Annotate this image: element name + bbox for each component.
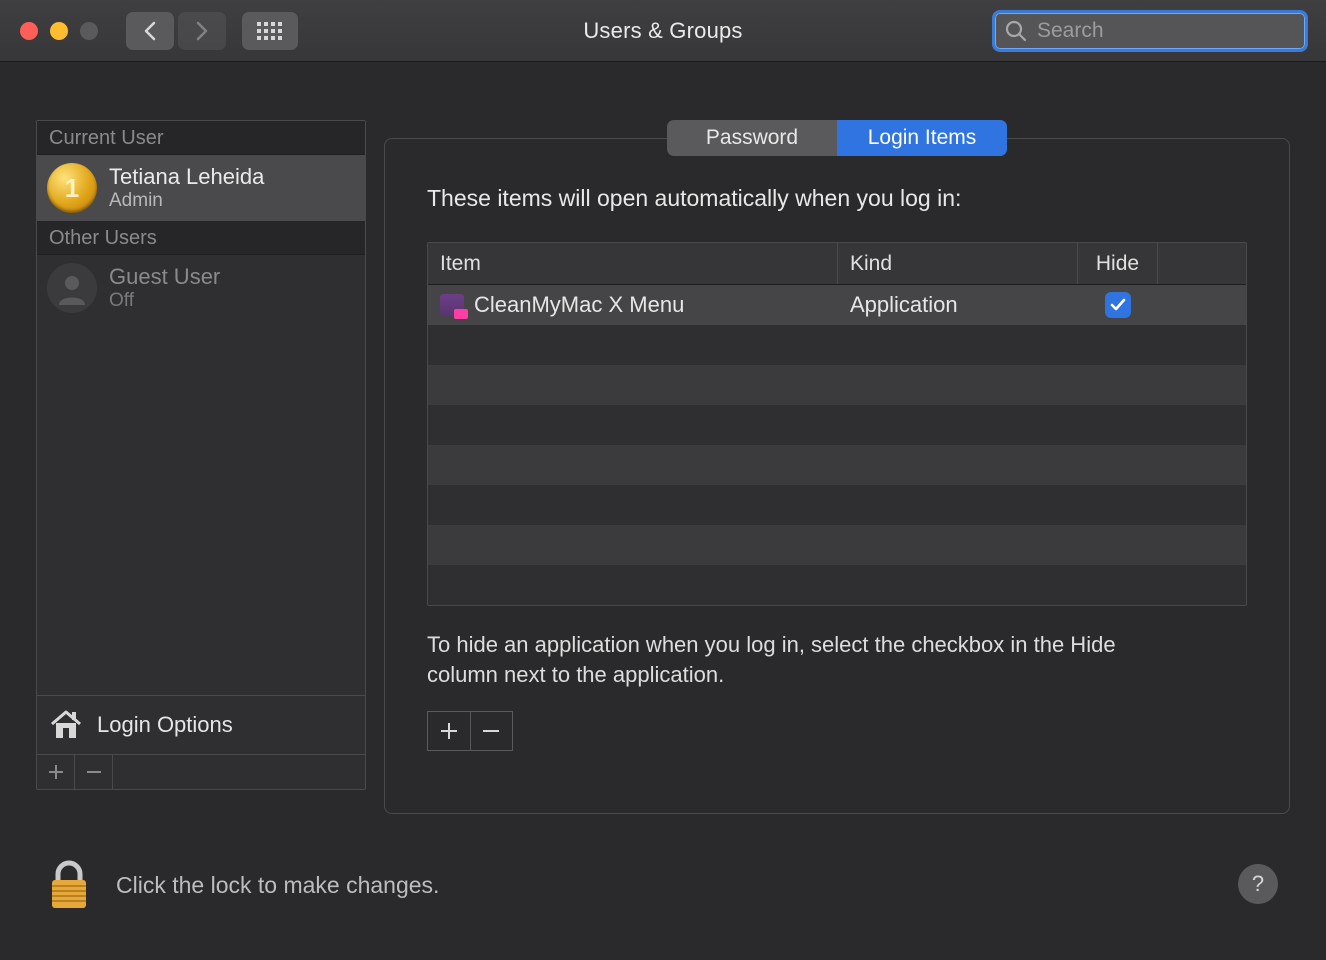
column-spacer — [1158, 243, 1246, 284]
help-button[interactable]: ? — [1238, 864, 1278, 904]
sidebar-spacer — [37, 321, 365, 695]
tabs: Password Login Items — [667, 120, 1007, 156]
search-field-wrap[interactable] — [992, 10, 1308, 52]
cell-spacer — [1158, 285, 1246, 325]
sidebar-header-other: Other Users — [37, 221, 365, 255]
login-options-label: Login Options — [97, 712, 233, 738]
user-text: Tetiana Leheida Admin — [109, 164, 264, 211]
login-item-add-remove — [427, 711, 513, 751]
person-silhouette-icon — [55, 271, 89, 305]
table-row[interactable]: CleanMyMac X Menu Application — [428, 285, 1246, 325]
help-icon: ? — [1252, 871, 1264, 897]
remove-login-item-button[interactable] — [471, 712, 513, 750]
titlebar: Users & Groups — [0, 0, 1326, 62]
panel-heading: These items will open automatically when… — [427, 185, 1247, 212]
lock-icon[interactable] — [48, 860, 90, 910]
cell-item: CleanMyMac X Menu — [428, 285, 838, 325]
login-items-table: Item Kind Hide CleanMyMac X Menu Applica… — [427, 242, 1247, 606]
user-name: Guest User — [109, 264, 220, 289]
maximize-window-button — [80, 22, 98, 40]
home-icon — [49, 710, 83, 740]
table-row — [428, 325, 1246, 365]
column-hide[interactable]: Hide — [1078, 243, 1158, 284]
guest-avatar-icon — [47, 263, 97, 313]
nav-forward-button — [178, 12, 226, 50]
chevron-left-icon — [143, 21, 157, 41]
sidebar-user-add-remove — [37, 754, 365, 789]
table-row — [428, 405, 1246, 445]
login-items-panel: These items will open automatically when… — [384, 138, 1290, 814]
cell-item-text: CleanMyMac X Menu — [474, 292, 684, 318]
table-row — [428, 565, 1246, 605]
user-role: Off — [109, 290, 220, 312]
tab-login-items[interactable]: Login Items — [837, 120, 1007, 156]
window-controls — [20, 22, 98, 40]
lock-text: Click the lock to make changes. — [116, 872, 439, 899]
content-area: Current User 1 Tetiana Leheida Admin Oth… — [0, 62, 1326, 814]
plus-icon — [440, 722, 458, 740]
cell-hide — [1078, 285, 1158, 325]
main-panel: Password Login Items These items will op… — [384, 120, 1290, 814]
plus-icon — [48, 764, 64, 780]
close-window-button[interactable] — [20, 22, 38, 40]
remove-user-button[interactable] — [75, 755, 113, 789]
table-body: CleanMyMac X Menu Application — [428, 285, 1246, 605]
column-item[interactable]: Item — [428, 243, 838, 284]
add-login-item-button[interactable] — [428, 712, 471, 750]
checkmark-icon — [1110, 297, 1126, 313]
nav-buttons — [126, 12, 226, 50]
users-sidebar: Current User 1 Tetiana Leheida Admin Oth… — [36, 120, 366, 790]
table-header: Item Kind Hide — [428, 243, 1246, 285]
sidebar-current-user[interactable]: 1 Tetiana Leheida Admin — [37, 155, 365, 221]
panel-note: To hide an application when you log in, … — [427, 630, 1167, 689]
lock-footer: Click the lock to make changes. — [48, 860, 439, 910]
login-options-button[interactable]: Login Options — [37, 695, 365, 754]
table-row — [428, 525, 1246, 565]
app-icon — [440, 294, 464, 316]
add-user-button[interactable] — [37, 755, 75, 789]
table-row — [428, 485, 1246, 525]
minimize-window-button[interactable] — [50, 22, 68, 40]
table-row — [428, 365, 1246, 405]
cell-kind: Application — [838, 285, 1078, 325]
table-row — [428, 445, 1246, 485]
user-text: Guest User Off — [109, 264, 220, 311]
search-input[interactable] — [1037, 19, 1308, 43]
grid-icon — [257, 22, 283, 40]
user-avatar-icon: 1 — [47, 163, 97, 213]
nav-back-button[interactable] — [126, 12, 174, 50]
minus-icon — [482, 722, 500, 740]
chevron-right-icon — [195, 21, 209, 41]
sidebar-header-current: Current User — [37, 121, 365, 155]
user-role: Admin — [109, 190, 264, 212]
show-all-prefs-button[interactable] — [242, 12, 298, 50]
hide-checkbox[interactable] — [1105, 292, 1131, 318]
search-icon — [1005, 20, 1027, 42]
user-name: Tetiana Leheida — [109, 164, 264, 189]
minus-icon — [86, 764, 102, 780]
tab-password[interactable]: Password — [667, 120, 837, 156]
sidebar-guest-user[interactable]: Guest User Off — [37, 255, 365, 321]
column-kind[interactable]: Kind — [838, 243, 1078, 284]
